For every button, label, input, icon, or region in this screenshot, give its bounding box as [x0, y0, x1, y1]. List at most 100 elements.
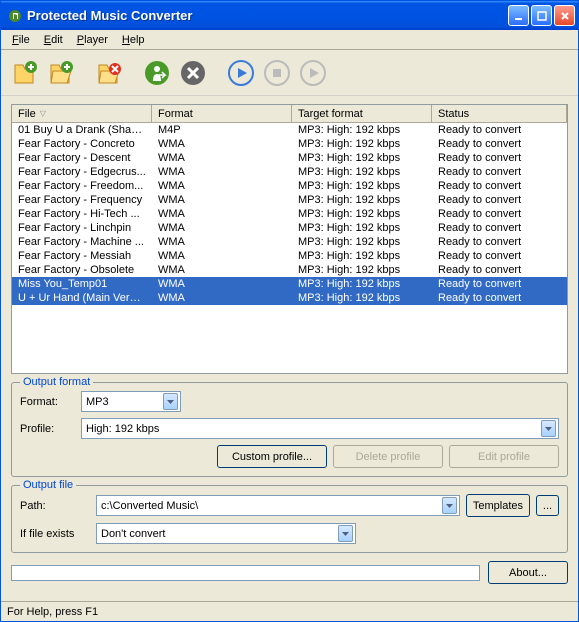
menu-edit[interactable]: Edit — [37, 32, 70, 48]
chevron-down-icon — [442, 497, 457, 514]
table-row[interactable]: U + Ur Hand (Main Versi...WMAMP3: High: … — [12, 291, 567, 305]
cell-target: MP3: High: 192 kbps — [292, 264, 432, 276]
table-row[interactable]: Fear Factory - Hi-Tech ...WMAMP3: High: … — [12, 207, 567, 221]
output-file-group: Output file Path: c:\Converted Music\ Te… — [11, 485, 568, 553]
table-row[interactable]: Fear Factory - DescentWMAMP3: High: 192 … — [12, 151, 567, 165]
stop-convert-button[interactable] — [177, 57, 209, 89]
remove-button[interactable] — [93, 57, 125, 89]
cell-file: Fear Factory - Freedom... — [12, 180, 152, 192]
cell-format: WMA — [152, 292, 292, 304]
path-combo[interactable]: c:\Converted Music\ — [96, 495, 460, 516]
stop-convert-icon — [179, 59, 207, 87]
remove-icon — [95, 59, 123, 87]
next-button[interactable] — [297, 57, 329, 89]
cell-file: Fear Factory - Frequency — [12, 194, 152, 206]
cell-status: Ready to convert — [432, 250, 567, 262]
menu-help[interactable]: Help — [115, 32, 152, 48]
cell-format: WMA — [152, 166, 292, 178]
profile-combo[interactable]: High: 192 kbps — [81, 418, 559, 439]
cell-format: WMA — [152, 138, 292, 150]
cell-target: MP3: High: 192 kbps — [292, 166, 432, 178]
col-target-header[interactable]: Target format — [292, 105, 432, 122]
cell-format: WMA — [152, 236, 292, 248]
cell-status: Ready to convert — [432, 124, 567, 136]
cell-format: WMA — [152, 208, 292, 220]
cell-target: MP3: High: 192 kbps — [292, 194, 432, 206]
add-folder-button[interactable] — [45, 57, 77, 89]
cell-file: Fear Factory - Obsolete — [12, 264, 152, 276]
file-list[interactable]: File▽ Format Target format Status 01 Buy… — [11, 104, 568, 374]
cell-file: Fear Factory - Messiah — [12, 250, 152, 262]
cell-file: Miss You_Temp01 — [12, 278, 152, 290]
col-status-header[interactable]: Status — [432, 105, 567, 122]
cell-status: Ready to convert — [432, 152, 567, 164]
cell-format: WMA — [152, 250, 292, 262]
stop-play-button[interactable] — [261, 57, 293, 89]
cell-target: MP3: High: 192 kbps — [292, 180, 432, 192]
minimize-button[interactable] — [508, 5, 529, 26]
cell-status: Ready to convert — [432, 208, 567, 220]
browse-button[interactable]: ... — [536, 495, 559, 516]
table-row[interactable]: Fear Factory - ObsoleteWMAMP3: High: 192… — [12, 263, 567, 277]
chevron-down-icon — [163, 393, 178, 410]
maximize-button[interactable] — [531, 5, 552, 26]
output-format-legend: Output format — [20, 376, 93, 388]
toolbar — [1, 50, 578, 96]
list-header: File▽ Format Target format Status — [12, 105, 567, 123]
cell-status: Ready to convert — [432, 138, 567, 150]
table-row[interactable]: Fear Factory - Freedom...WMAMP3: High: 1… — [12, 179, 567, 193]
cell-format: WMA — [152, 222, 292, 234]
cell-target: MP3: High: 192 kbps — [292, 138, 432, 150]
cell-target: MP3: High: 192 kbps — [292, 250, 432, 262]
menu-player[interactable]: Player — [70, 32, 115, 48]
output-format-group: Output format Format: MP3 Profile: High:… — [11, 382, 568, 477]
menu-file[interactable]: File — [5, 32, 37, 48]
statusbar: For Help, press F1 — [1, 601, 578, 621]
cell-file: Fear Factory - Descent — [12, 152, 152, 164]
col-file-header[interactable]: File▽ — [12, 105, 152, 122]
table-row[interactable]: Miss You_Temp01WMAMP3: High: 192 kbpsRea… — [12, 277, 567, 291]
play-button[interactable] — [225, 57, 257, 89]
progress-bar — [11, 565, 480, 581]
table-row[interactable]: Fear Factory - ConcretoWMAMP3: High: 192… — [12, 137, 567, 151]
table-row[interactable]: Fear Factory - MessiahWMAMP3: High: 192 … — [12, 249, 567, 263]
format-label: Format: — [20, 396, 75, 408]
custom-profile-button[interactable]: Custom profile... — [217, 445, 327, 468]
cell-file: Fear Factory - Linchpin — [12, 222, 152, 234]
window-title: Protected Music Converter — [27, 8, 508, 23]
cell-target: MP3: High: 192 kbps — [292, 292, 432, 304]
table-row[interactable]: Fear Factory - LinchpinWMAMP3: High: 192… — [12, 221, 567, 235]
cell-file: Fear Factory - Hi-Tech ... — [12, 208, 152, 220]
table-row[interactable]: Fear Factory - Edgecrus...WMAMP3: High: … — [12, 165, 567, 179]
cell-status: Ready to convert — [432, 166, 567, 178]
table-row[interactable]: Fear Factory - Machine ...WMAMP3: High: … — [12, 235, 567, 249]
edit-profile-button[interactable]: Edit profile — [449, 445, 559, 468]
cell-format: M4P — [152, 124, 292, 136]
table-row[interactable]: 01 Buy U a Drank (Shaw...M4PMP3: High: 1… — [12, 123, 567, 137]
cell-target: MP3: High: 192 kbps — [292, 278, 432, 290]
cell-status: Ready to convert — [432, 194, 567, 206]
about-button[interactable]: About... — [488, 561, 568, 584]
exists-combo[interactable]: Don't convert — [96, 523, 356, 544]
format-combo[interactable]: MP3 — [81, 391, 181, 412]
stop-icon — [263, 59, 291, 87]
play-icon — [227, 59, 255, 87]
cell-status: Ready to convert — [432, 264, 567, 276]
cell-status: Ready to convert — [432, 292, 567, 304]
app-icon — [7, 8, 23, 24]
path-label: Path: — [20, 500, 90, 512]
list-rows: 01 Buy U a Drank (Shaw...M4PMP3: High: 1… — [12, 123, 567, 373]
main-window: Protected Music Converter File Edit Play… — [0, 0, 579, 622]
cell-target: MP3: High: 192 kbps — [292, 124, 432, 136]
cell-format: WMA — [152, 152, 292, 164]
delete-profile-button[interactable]: Delete profile — [333, 445, 443, 468]
add-file-button[interactable] — [9, 57, 41, 89]
col-format-header[interactable]: Format — [152, 105, 292, 122]
convert-icon — [143, 59, 171, 87]
convert-button[interactable] — [141, 57, 173, 89]
close-button[interactable] — [554, 5, 575, 26]
cell-status: Ready to convert — [432, 222, 567, 234]
cell-format: WMA — [152, 278, 292, 290]
table-row[interactable]: Fear Factory - FrequencyWMAMP3: High: 19… — [12, 193, 567, 207]
templates-button[interactable]: Templates — [466, 494, 530, 517]
